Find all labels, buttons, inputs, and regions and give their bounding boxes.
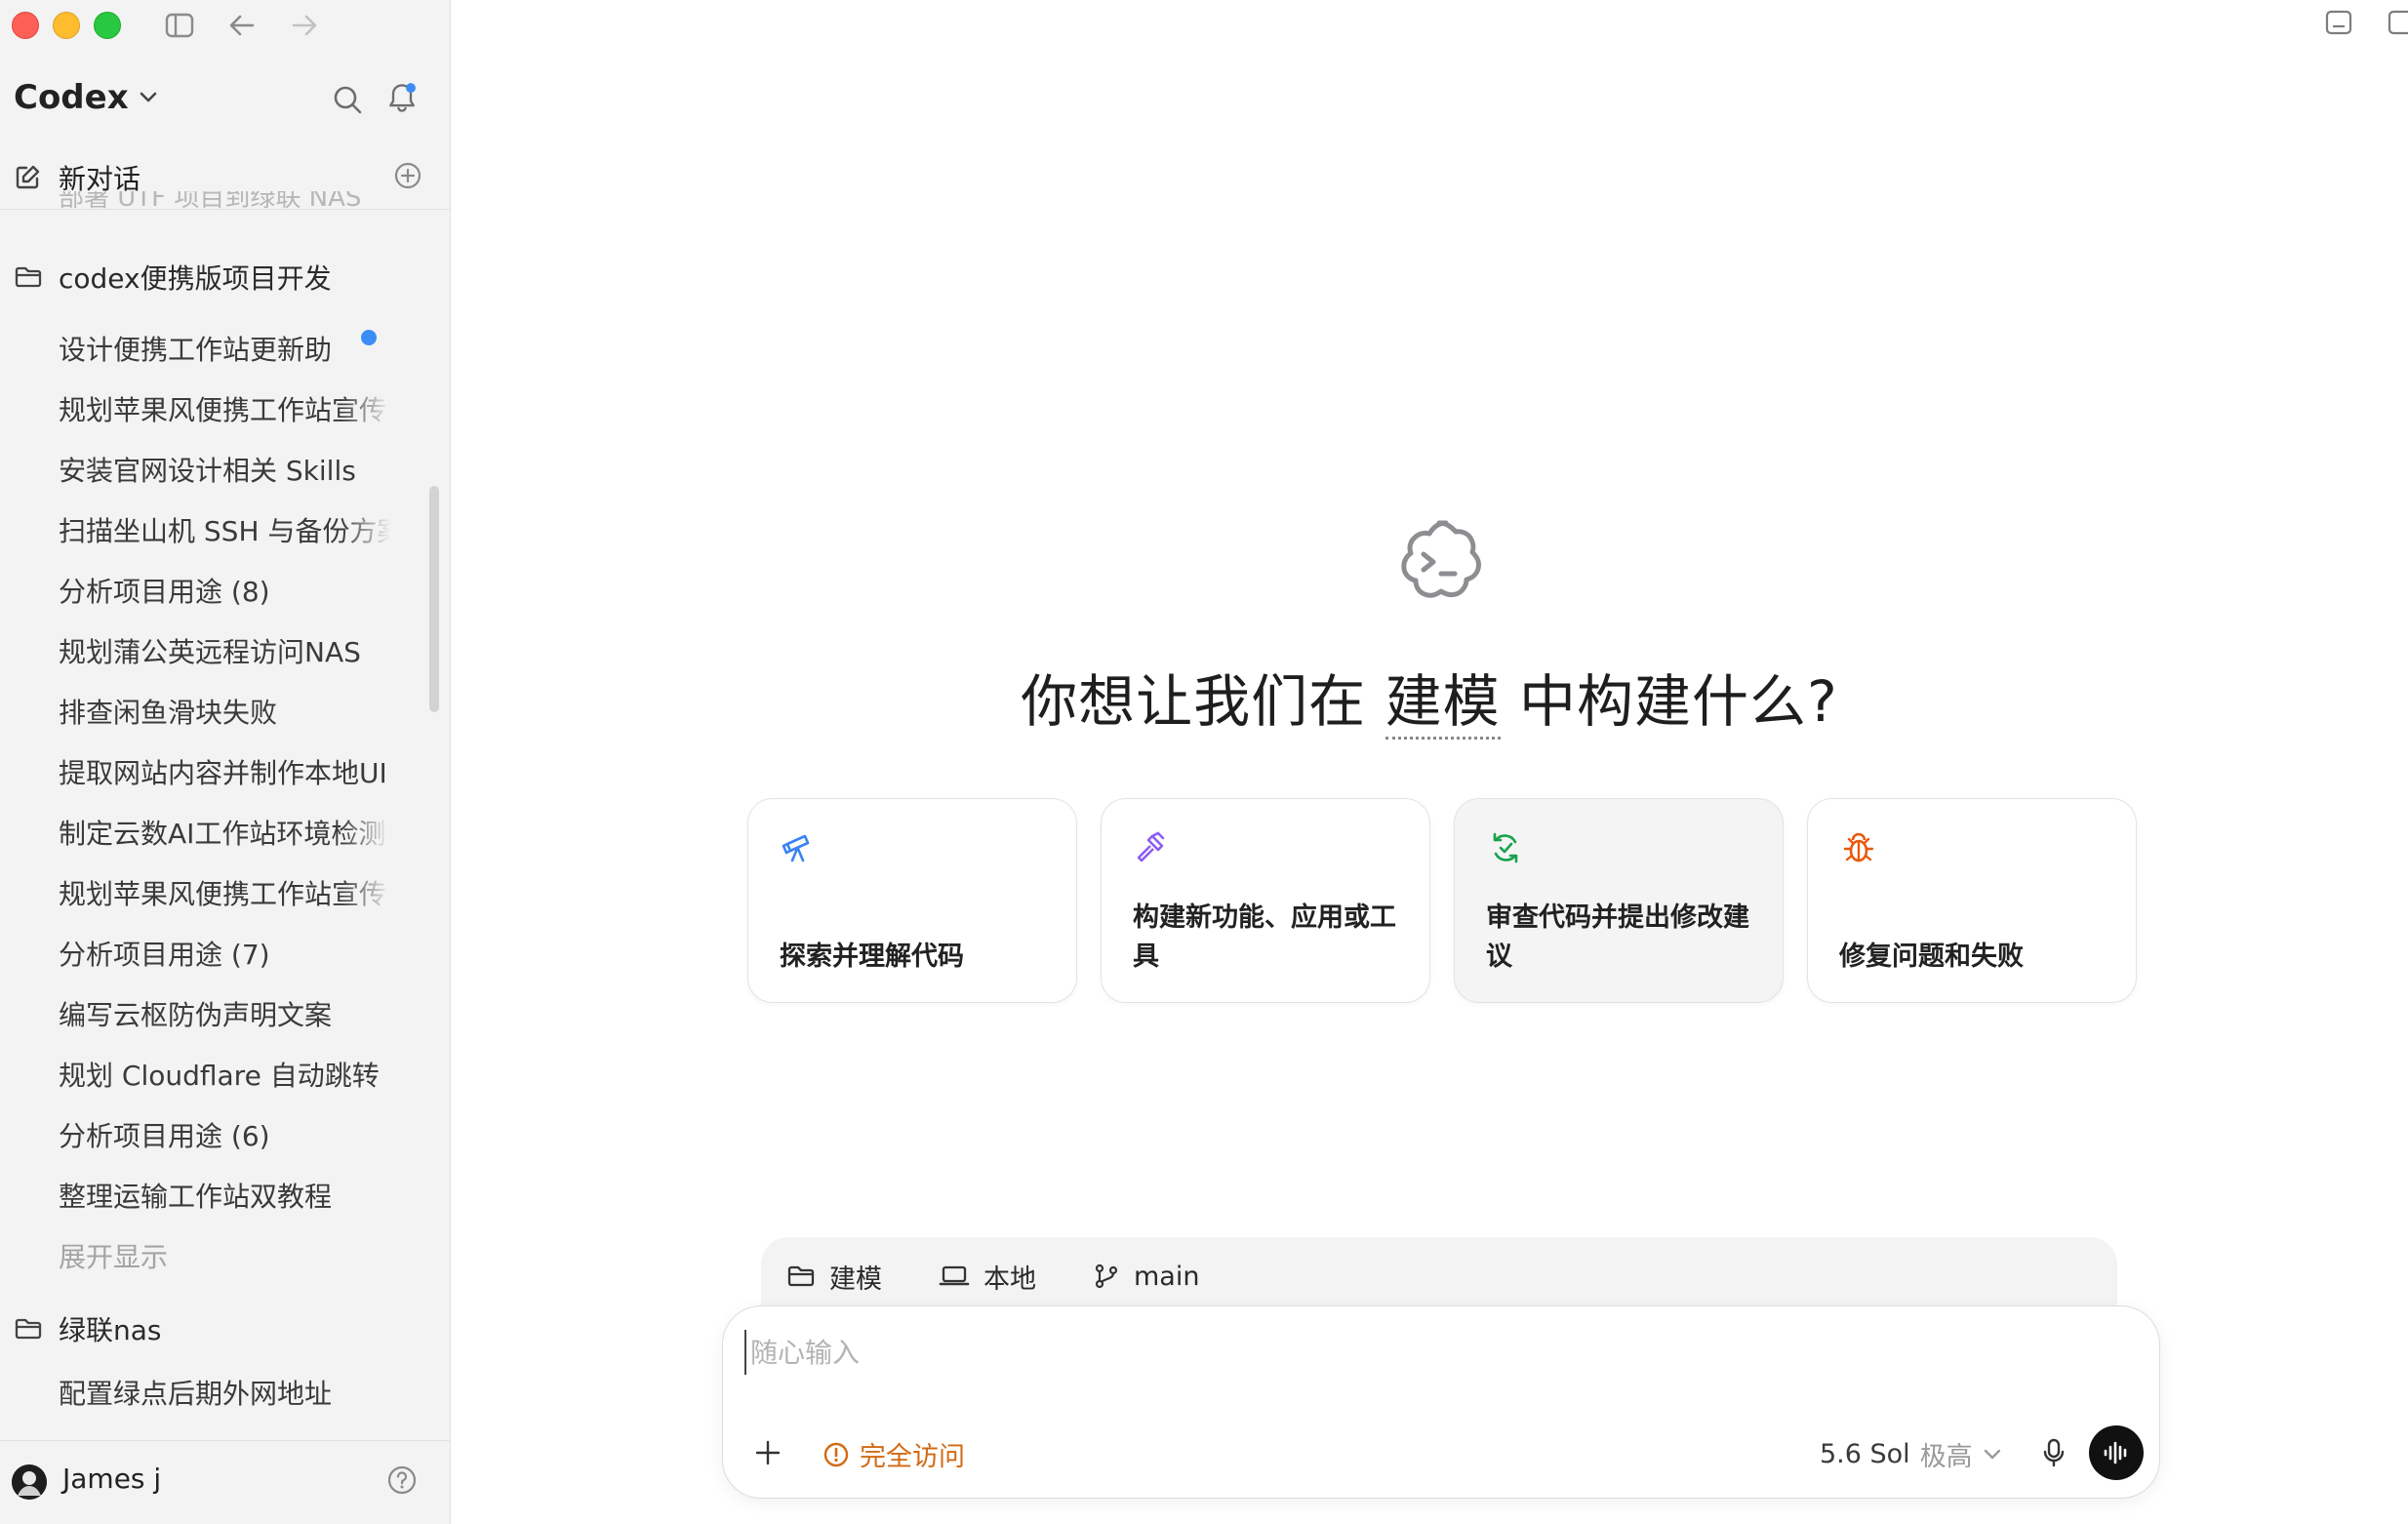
telescope-icon	[782, 834, 810, 862]
chat-item[interactable]: 扫描坐山机 SSH 与备份方案	[59, 500, 390, 560]
composer: 完全访问 5.6 Sol 极高	[722, 1305, 2160, 1499]
main-area: 你想让我们在 建模 中构建什么? 探索并理解代码 构建新功能、应用或工具 审查代…	[451, 0, 2408, 1524]
audio-waveform-icon	[2104, 1441, 2127, 1464]
chat-item[interactable]: 编写云枢防伪声明文案	[59, 983, 390, 1044]
folder-icon	[15, 266, 42, 288]
folder-name: codex便携版项目开发	[59, 262, 332, 295]
expand-more-link[interactable]: 展开显示	[59, 1225, 390, 1286]
user-name[interactable]: James j	[62, 1463, 161, 1495]
message-input[interactable]	[744, 1330, 2110, 1375]
avatar[interactable]	[12, 1464, 47, 1500]
workspace-switcher[interactable]: Codex	[14, 78, 158, 117]
chat-item[interactable]: 规划蒲公英远程访问NAS	[59, 621, 390, 681]
chat-list: 设计便携工作站更新助 规划苹果风便携工作站宣传 安装官网设计相关 Skills …	[59, 318, 390, 1286]
chat-item[interactable]: 配置绿点后期外网地址	[59, 1362, 390, 1423]
access-mode-button[interactable]: 完全访问	[823, 1435, 965, 1473]
help-icon[interactable]	[386, 1464, 418, 1496]
suggestion-fix-card[interactable]: 修复问题和失败	[1807, 798, 2137, 1003]
chat-list: 配置绿点后期外网地址	[59, 1362, 390, 1423]
panel-bottom-icon[interactable]	[2324, 8, 2353, 37]
zoom-window-button[interactable]	[94, 12, 121, 39]
unread-indicator	[361, 330, 377, 345]
folder-icon	[787, 1265, 815, 1287]
chat-item[interactable]: 安装官网设计相关 Skills	[59, 439, 390, 500]
warning-circle-icon	[823, 1442, 849, 1466]
page-title: 你想让我们在 建模 中构建什么?	[451, 656, 2408, 740]
hammer-icon	[1137, 831, 1165, 862]
suggestion-build-card[interactable]: 构建新功能、应用或工具	[1101, 798, 1430, 1003]
folder-ugreen-nas[interactable]: 绿联nas	[14, 1307, 162, 1350]
window-toolbar	[2324, 8, 2408, 37]
model-name: 5.6 Sol	[1820, 1439, 1910, 1469]
sidebar-scrollbar[interactable]	[429, 486, 439, 712]
account-footer: James j	[0, 1440, 450, 1524]
search-icon[interactable]	[330, 82, 365, 117]
chat-item[interactable]: 排查闲鱼滑块失败	[59, 681, 390, 742]
branch-selector[interactable]: main	[1093, 1262, 1199, 1292]
chat-item[interactable]: 分析项目用途 (7)	[59, 923, 390, 983]
suggestion-label: 修复问题和失败	[1839, 942, 2024, 972]
codex-logo-icon	[1401, 520, 1481, 598]
chat-item[interactable]: 分析项目用途 (8)	[59, 560, 390, 621]
chevron-down-icon	[140, 92, 156, 102]
suggestion-explore-card[interactable]: 探索并理解代码	[747, 798, 1077, 1003]
reasoning-level: 极高	[1919, 1442, 1973, 1472]
dictation-button[interactable]	[2034, 1433, 2073, 1472]
suggestion-review-card[interactable]: 审查代码并提出修改建议	[1454, 798, 1784, 1003]
minimize-window-button[interactable]	[53, 12, 80, 39]
folder-name: 绿联nas	[59, 1314, 162, 1346]
microphone-icon	[2043, 1438, 2065, 1467]
close-window-button[interactable]	[12, 12, 39, 39]
chat-item[interactable]: 分析项目用途 (6)	[59, 1104, 390, 1165]
git-branch-icon	[1095, 1263, 1118, 1289]
project-selector[interactable]: 建模	[786, 1258, 882, 1296]
chevron-down-icon	[1984, 1449, 2000, 1459]
add-circle-icon[interactable]	[392, 160, 423, 191]
forward-arrow-icon[interactable]	[287, 8, 322, 43]
divider	[0, 209, 450, 210]
folder-codex-portable[interactable]: codex便携版项目开发	[14, 256, 332, 299]
suggestion-label: 构建新功能、应用或工具	[1133, 902, 1396, 972]
chat-item[interactable]: 规划苹果风便携工作站宣传	[59, 379, 390, 439]
back-arrow-icon[interactable]	[224, 8, 260, 43]
model-selector[interactable]: 5.6 Sol 极高	[1820, 1435, 2002, 1473]
laptop-icon	[939, 1265, 970, 1286]
chat-item[interactable]: 设计便携工作站更新助	[59, 318, 390, 379]
bug-icon	[1843, 832, 1874, 862]
attach-button[interactable]	[748, 1433, 787, 1472]
suggestion-label: 探索并理解代码	[780, 942, 964, 972]
panel-right-icon[interactable]	[2387, 8, 2408, 37]
window-controls	[12, 12, 121, 39]
toggle-sidebar-icon[interactable]	[162, 8, 197, 43]
chat-item[interactable]: 整理运输工作站双教程	[59, 1165, 390, 1225]
environment-selector[interactable]: 本地	[939, 1258, 1036, 1296]
codex-app: Codex 新对话 部署 UTF 项目到绿联 NAS codex便携版项目开发 …	[0, 0, 2408, 1524]
context-bar: 建模 本地 main	[761, 1237, 2117, 1315]
chat-item[interactable]: 规划 Cloudflare 自动跳转	[59, 1044, 390, 1104]
project-name-link[interactable]: 建模	[1385, 668, 1501, 740]
app-title: Codex	[14, 78, 129, 117]
sidebar: Codex 新对话 部署 UTF 项目到绿联 NAS codex便携版项目开发 …	[0, 0, 451, 1524]
chat-item[interactable]: 规划苹果风便携工作站宣传	[59, 862, 390, 923]
notification-bell-icon[interactable]	[384, 80, 420, 115]
suggestion-label: 审查代码并提出修改建议	[1486, 902, 1749, 972]
chat-item[interactable]: 提取网站内容并制作本地UI	[59, 742, 390, 802]
suggestion-cards: 探索并理解代码 构建新功能、应用或工具 审查代码并提出修改建议 修复问题和失败	[747, 798, 2137, 1003]
folder-icon	[15, 1318, 42, 1340]
chat-item[interactable]: 制定云数AI工作站环境检测	[59, 802, 390, 862]
plus-icon	[755, 1440, 781, 1465]
compose-icon	[16, 165, 40, 189]
voice-mode-button[interactable]	[2089, 1425, 2144, 1480]
review-icon	[1493, 832, 1518, 863]
